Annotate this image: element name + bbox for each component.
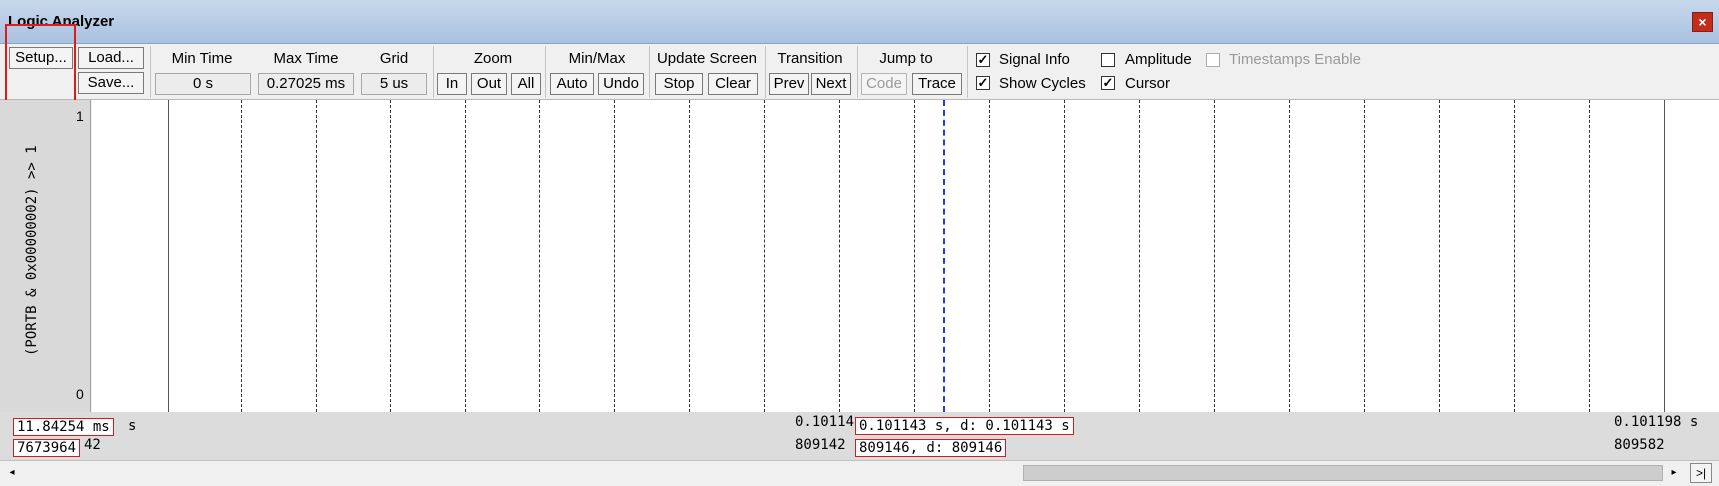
grid-line [1514, 100, 1515, 412]
waveform-plot[interactable] [92, 100, 1719, 412]
scroll-left-icon[interactable]: ◂ [4, 465, 20, 481]
timestamps-enable-label: Timestamps Enable [1229, 51, 1361, 68]
grid-line [241, 100, 242, 412]
signal-panel[interactable]: (PORTB & 0x00000002) >> 1 [0, 100, 91, 412]
separator [545, 46, 546, 98]
scroll-right-icon[interactable]: ▸ [1666, 465, 1682, 481]
separator [857, 46, 858, 98]
title-bar: Logic Analyzer × [0, 0, 1719, 44]
grid-line [390, 100, 391, 412]
separator [150, 46, 151, 98]
signal-low-label: 0 [76, 386, 84, 402]
grid-line [1364, 100, 1365, 412]
signal-info-label: Signal Info [999, 51, 1070, 68]
grid-line [316, 100, 317, 412]
scroll-end-button[interactable]: >| [1690, 463, 1712, 483]
zoom-all-button[interactable]: All [511, 73, 541, 95]
load-button[interactable]: Load... [78, 47, 144, 69]
grid-line [168, 100, 169, 412]
grid-value: 5 us [361, 73, 427, 95]
jump-to-label: Jump to [879, 50, 933, 67]
scrollbar-thumb[interactable] [1023, 465, 1663, 481]
signal-name: (PORTB & 0x00000002) >> 1 [24, 145, 40, 356]
grid-line [989, 100, 990, 412]
setup-highlight-box [5, 24, 76, 110]
separator [433, 46, 434, 98]
grid-line [614, 100, 615, 412]
max-time-label: Max Time [273, 50, 339, 67]
amplitude-label: Amplitude [1125, 51, 1192, 68]
code-button[interactable]: Code [861, 73, 907, 95]
auto-button[interactable]: Auto [550, 73, 594, 95]
separator [765, 46, 766, 98]
update-screen-label: Update Screen [656, 50, 758, 67]
grid-line [1214, 100, 1215, 412]
min-time-label: Min Time [171, 50, 233, 67]
undo-button[interactable]: Undo [598, 73, 644, 95]
clear-button[interactable]: Clear [708, 73, 758, 95]
left-cycles-box: 7673964 [13, 439, 81, 457]
prev-button[interactable]: Prev [769, 73, 809, 95]
grid-line [689, 100, 690, 412]
status-area: 11.84254 ms s 7673964 42 0.10114 809142 … [0, 412, 1719, 460]
grid-line [539, 100, 540, 412]
grid-line [1139, 100, 1140, 412]
next-button[interactable]: Next [811, 73, 851, 95]
minmax-label: Min/Max [568, 50, 626, 67]
grid-line [465, 100, 466, 412]
trace-button[interactable]: Trace [912, 73, 962, 95]
left-cycles-tail: 42 [84, 437, 101, 453]
grid-line [1439, 100, 1440, 412]
cursor-time-box: 0.101143 s, d: 0.101143 s [855, 417, 1074, 435]
grid-line [914, 100, 915, 412]
cursor-label: Cursor [1125, 75, 1171, 92]
close-icon[interactable]: × [1692, 12, 1713, 32]
cursor-cycles-box: 809146, d: 809146 [855, 439, 1007, 457]
left-time-box: 11.84254 ms [13, 418, 114, 436]
transition-label: Transition [777, 50, 843, 67]
show-cycles-label: Show Cycles [999, 75, 1086, 92]
cursor-checkbox[interactable]: ✓ [1101, 76, 1115, 90]
right-time: 0.101198 s [1614, 414, 1699, 430]
zoom-in-button[interactable]: In [437, 73, 467, 95]
cursor-line[interactable] [943, 100, 945, 412]
save-button[interactable]: Save... [78, 72, 144, 94]
left-time-unit: s [128, 418, 137, 434]
signal-info-checkbox[interactable]: ✓ [976, 53, 990, 67]
mid-cycles: 809142 [795, 437, 846, 453]
grid-line [1664, 100, 1665, 412]
min-time-value: 0 s [155, 73, 251, 95]
grid-line [764, 100, 765, 412]
show-cycles-checkbox[interactable]: ✓ [976, 76, 990, 90]
grid-line [839, 100, 840, 412]
grid-label: Grid [379, 50, 409, 67]
separator [649, 46, 650, 98]
timestamps-enable-checkbox[interactable] [1206, 53, 1220, 67]
stop-button[interactable]: Stop [655, 73, 703, 95]
separator [967, 46, 968, 98]
zoom-out-button[interactable]: Out [471, 73, 507, 95]
horizontal-scrollbar[interactable]: ◂ ▸ >| [0, 460, 1719, 485]
max-time-value: 0.27025 ms [258, 73, 354, 95]
toolbar: Setup... Load... Save... Min Time 0 s Ma… [0, 44, 1719, 100]
mid-time: 0.10114 [795, 414, 855, 430]
amplitude-checkbox[interactable] [1101, 53, 1115, 67]
grid-line [1064, 100, 1065, 412]
grid-line [1289, 100, 1290, 412]
right-cycles: 809582 [1614, 437, 1665, 453]
signal-high-label: 1 [76, 108, 84, 124]
zoom-label: Zoom [473, 50, 513, 67]
grid-line [1589, 100, 1590, 412]
